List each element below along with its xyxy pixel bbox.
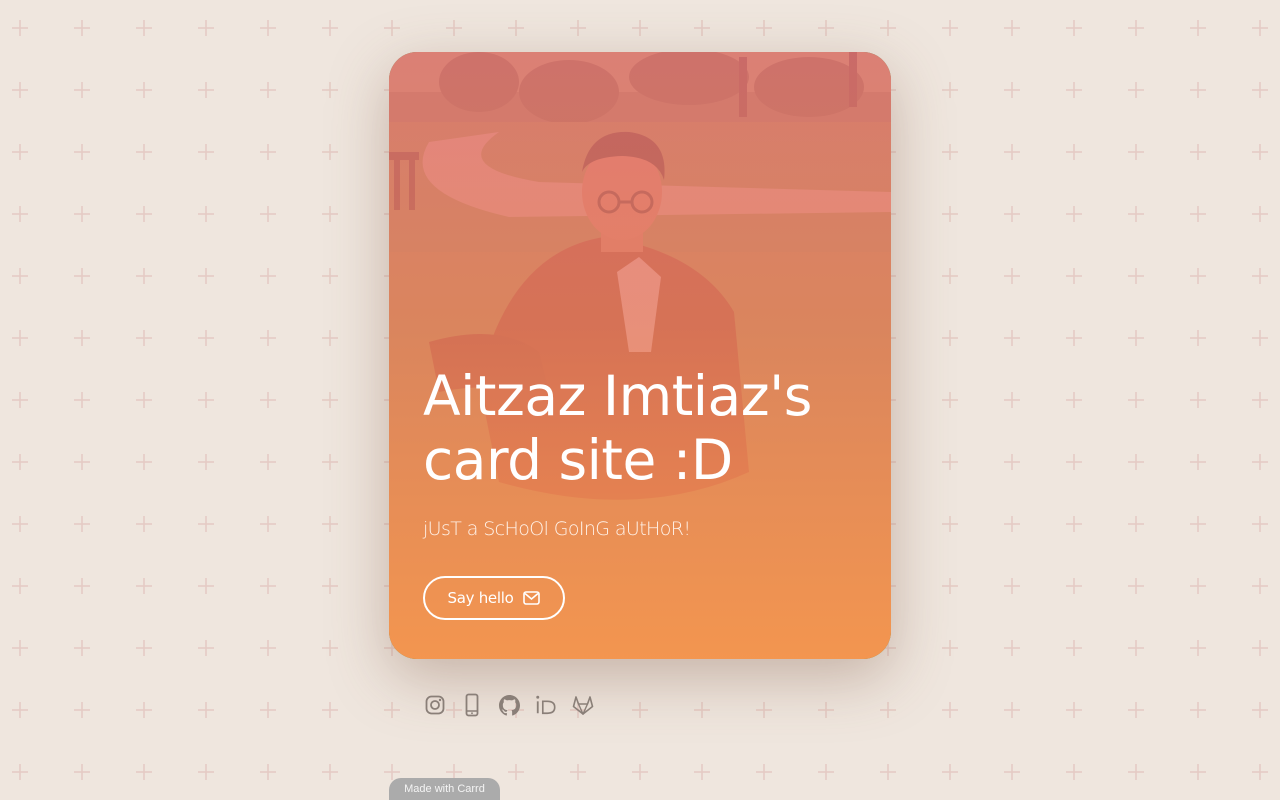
social-links [424, 692, 594, 718]
card-content: Aitzaz Imtiaz's card site :D jUsT a ScHo… [423, 364, 863, 540]
tagline: jUsT a ScHoOl GoInG aUtHoR! [423, 518, 691, 540]
made-with-carrd-label: Made with Carrd [404, 783, 485, 795]
say-hello-button[interactable]: Say hello [423, 576, 565, 620]
profile-card: Aitzaz Imtiaz's card site :D jUsT a ScHo… [389, 52, 891, 659]
envelope-icon [523, 591, 541, 605]
page-title: Aitzaz Imtiaz's card site :D [423, 364, 812, 492]
phone-icon[interactable] [461, 692, 483, 718]
orcid-icon[interactable] [535, 692, 557, 718]
gitlab-icon[interactable] [572, 692, 594, 718]
say-hello-label: Say hello [447, 589, 514, 607]
made-with-carrd-badge[interactable]: Made with Carrd [389, 778, 500, 800]
github-icon[interactable] [498, 692, 520, 718]
card-gradient-overlay [389, 52, 891, 659]
instagram-icon[interactable] [424, 692, 446, 718]
